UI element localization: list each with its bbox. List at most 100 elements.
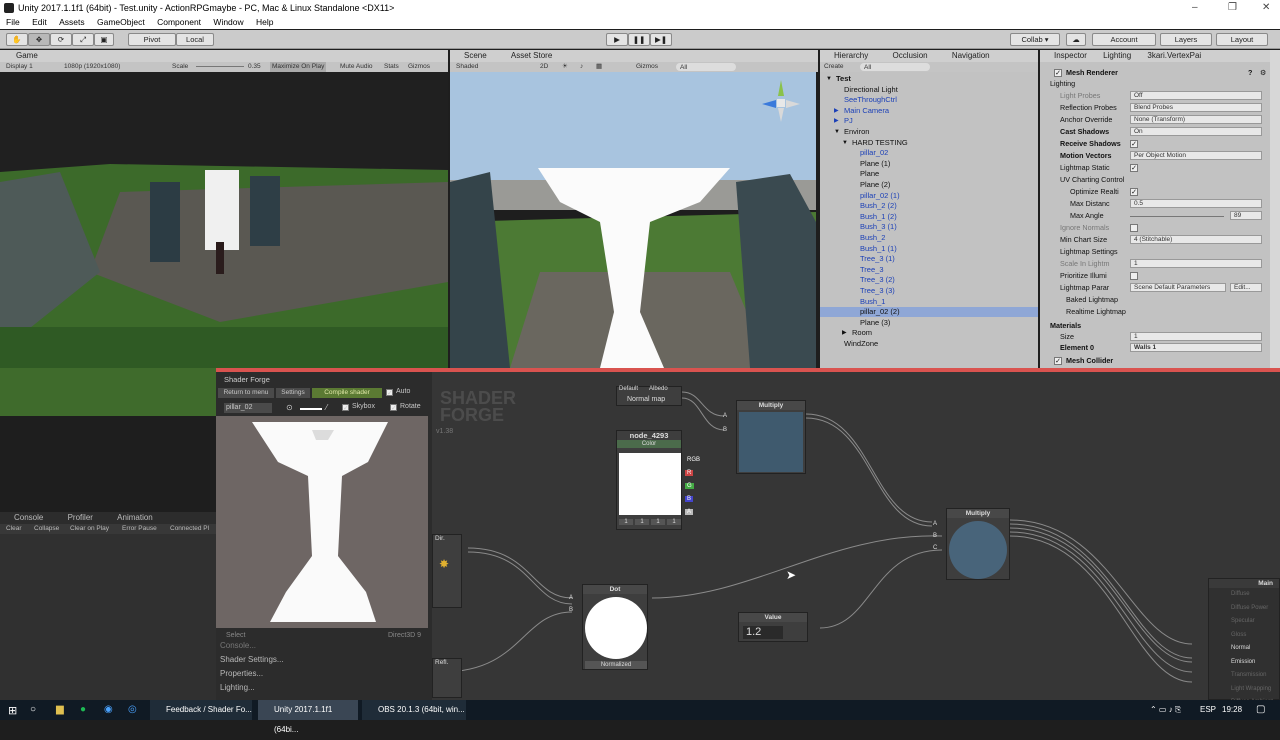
console-tab[interactable]: Console bbox=[14, 513, 43, 522]
inspector-row-value[interactable]: 1 bbox=[1130, 259, 1262, 268]
hierarchy-item[interactable]: Tree_3 (2) bbox=[820, 275, 1038, 285]
display-select[interactable]: Display 1 bbox=[6, 62, 33, 72]
mesh-picker-icon[interactable]: ⊙ bbox=[286, 403, 293, 412]
main-node-input[interactable]: Emission bbox=[1231, 659, 1255, 665]
inspector-row-label[interactable]: Baked Lightmap bbox=[1066, 294, 1118, 306]
lighting-foldout-sf[interactable]: Lighting... bbox=[220, 682, 255, 694]
taskbar-item-feedback[interactable]: Feedback / Shader Fo... bbox=[150, 700, 252, 720]
menu-edit[interactable]: Edit bbox=[32, 17, 47, 27]
color-output-port[interactable]: R bbox=[685, 470, 694, 476]
menu-assets[interactable]: Assets bbox=[59, 17, 85, 27]
tray-icons[interactable]: ⌃ ▭ ♪ ⎘ bbox=[1150, 705, 1181, 715]
hierarchy-item[interactable]: Tree_3 bbox=[820, 265, 1038, 275]
inspector-row-value[interactable]: On bbox=[1130, 127, 1262, 136]
hierarchy-item[interactable]: Bush_1 bbox=[820, 297, 1038, 307]
multiply2-input-b[interactable]: B bbox=[933, 533, 937, 539]
shaded-select[interactable]: Shaded bbox=[456, 62, 478, 72]
inspector-row-value[interactable]: 4 (Stitchable) bbox=[1130, 235, 1262, 244]
dot-input-a[interactable]: A bbox=[569, 595, 573, 601]
hierarchy-item[interactable]: Bush_3 (1) bbox=[820, 222, 1038, 232]
spotify-icon[interactable]: ● bbox=[80, 704, 86, 715]
multiply-node-1[interactable]: Multiply A B bbox=[723, 400, 806, 474]
color-output-port[interactable]: B bbox=[685, 496, 694, 502]
inspector-checkbox[interactable]: ✓ bbox=[1130, 188, 1138, 196]
console-foldout[interactable]: Console... bbox=[220, 640, 256, 652]
clear-on-play-button[interactable]: Clear on Play bbox=[70, 524, 109, 534]
hierarchy-item[interactable]: pillar_02 bbox=[820, 148, 1038, 158]
multiply-node-2[interactable]: Multiply A B C bbox=[933, 508, 1010, 580]
lighting-toggle-icon[interactable]: ☀ bbox=[562, 62, 568, 72]
node-graph-canvas[interactable]: SHADER FORGE v1.38 Default Albedo Normal… bbox=[432, 372, 1280, 711]
scene-orientation-gizmo[interactable] bbox=[756, 76, 806, 126]
dot-node[interactable]: Dot Normalized A B bbox=[569, 584, 648, 670]
rotate-tool-icon[interactable]: ⟳ bbox=[50, 33, 72, 46]
inspector-row-label[interactable]: Lightmap Settings bbox=[1060, 246, 1118, 258]
light-direction-node[interactable]: Dir. ✸ bbox=[432, 534, 462, 608]
hierarchy-item[interactable]: ▶ Room bbox=[820, 328, 1038, 338]
taskbar-item-unity[interactable]: Unity 2017.1.1f1 (64bi... bbox=[258, 700, 358, 734]
create-button[interactable]: Create bbox=[824, 62, 844, 72]
game-tab[interactable]: Game bbox=[0, 50, 448, 62]
scale-tool-icon[interactable]: ⤢ bbox=[72, 33, 94, 46]
notifications-icon[interactable]: ▢ bbox=[1256, 704, 1265, 715]
compile-shader-button[interactable]: Compile shader bbox=[312, 388, 382, 398]
maximize-on-play-button[interactable]: Maximize On Play bbox=[270, 62, 327, 72]
main-node-input[interactable]: Light Wrapping bbox=[1231, 686, 1271, 692]
inspector-tab[interactable]: Inspector bbox=[1054, 51, 1087, 60]
audio-toggle-icon[interactable]: ♪ bbox=[580, 62, 583, 72]
texture-node-fragment[interactable]: Default Albedo Normal map bbox=[616, 386, 682, 406]
inspector-row-value[interactable]: 0.5 bbox=[1130, 199, 1262, 208]
properties-foldout[interactable]: Properties... bbox=[220, 668, 263, 680]
animation-tab[interactable]: Animation bbox=[117, 513, 153, 522]
mesh-collider-enabled-checkbox[interactable]: ✓ bbox=[1054, 357, 1062, 365]
menu-file[interactable]: File bbox=[6, 17, 20, 27]
connected-player-button[interactable]: Connected Pl bbox=[170, 524, 209, 534]
multiply1-input-b[interactable]: B bbox=[723, 427, 727, 433]
scene-view-viewport[interactable] bbox=[450, 72, 816, 368]
rect-tool-icon[interactable]: ▣ bbox=[94, 33, 114, 46]
scene-gizmos-button[interactable]: Gizmos bbox=[636, 62, 658, 72]
multiply2-input-c[interactable]: C bbox=[933, 545, 937, 551]
hierarchy-item[interactable]: ▼ Test bbox=[820, 74, 1038, 84]
menu-component[interactable]: Component bbox=[157, 17, 201, 27]
hierarchy-item[interactable]: Tree_3 (1) bbox=[820, 254, 1038, 264]
color-output-port[interactable]: A bbox=[685, 509, 694, 515]
clear-button[interactable]: Clear bbox=[6, 524, 22, 534]
mesh-collider-header[interactable]: ✓ Mesh Collider bbox=[1040, 355, 1270, 367]
taskbar-item-obs[interactable]: OBS 20.1.3 (64bit, win... bbox=[362, 700, 466, 720]
maximize-button[interactable]: ❐ bbox=[1228, 0, 1237, 16]
auto-compile-checkbox[interactable]: ✓ bbox=[386, 389, 393, 397]
hierarchy-item[interactable]: ▼ HARD TESTING bbox=[820, 138, 1038, 148]
reflection-node[interactable]: Refl. bbox=[432, 658, 462, 698]
inspector-row-label[interactable]: UV Charting Control bbox=[1060, 174, 1124, 186]
rotate-checkbox[interactable]: ✓ bbox=[390, 404, 397, 412]
hierarchy-item[interactable]: ▶ PJ bbox=[820, 116, 1038, 126]
hierarchy-item[interactable]: Plane bbox=[820, 169, 1038, 179]
game-gizmos-button[interactable]: Gizmos bbox=[408, 62, 430, 72]
asset-store-tab[interactable]: Asset Store bbox=[511, 51, 552, 60]
pause-icon[interactable]: ❚❚ bbox=[628, 33, 650, 46]
return-to-menu-button[interactable]: Return to menu bbox=[218, 388, 274, 398]
color-channel-value[interactable]: 1 bbox=[651, 519, 665, 525]
materials-size-field[interactable]: 1 bbox=[1130, 332, 1262, 341]
inspector-checkbox[interactable]: ✓ bbox=[1130, 164, 1138, 172]
color-channel-value[interactable]: 1 bbox=[667, 519, 681, 525]
close-button[interactable]: ✕ bbox=[1262, 0, 1270, 16]
inspector-checkbox[interactable]: ✓ bbox=[1130, 140, 1138, 148]
hierarchy-item[interactable]: Bush_1 (2) bbox=[820, 212, 1038, 222]
color-swatch[interactable] bbox=[619, 453, 681, 515]
main-node-input[interactable]: Diffuse bbox=[1231, 591, 1250, 597]
menu-gameobject[interactable]: GameObject bbox=[97, 17, 145, 27]
occlusion-tab[interactable]: Occlusion bbox=[892, 51, 927, 60]
main-node-input[interactable]: Gloss bbox=[1231, 632, 1246, 638]
scene-tab[interactable]: Scene bbox=[464, 51, 487, 60]
shader-forge-tab[interactable]: Shader Forge bbox=[216, 374, 432, 385]
color-node[interactable]: node_4293 Color 1111 RGB R G B A bbox=[616, 430, 700, 530]
skybox-checkbox[interactable]: ✓ bbox=[342, 404, 349, 412]
minimize-button[interactable]: – bbox=[1192, 0, 1198, 16]
app-icon[interactable]: ◎ bbox=[128, 704, 137, 715]
inspector-row-value[interactable]: 89 bbox=[1230, 211, 1262, 220]
default-option[interactable]: Default bbox=[619, 386, 638, 392]
menu-window[interactable]: Window bbox=[213, 17, 243, 27]
hierarchy-item[interactable]: Tree_3 (3) bbox=[820, 286, 1038, 296]
